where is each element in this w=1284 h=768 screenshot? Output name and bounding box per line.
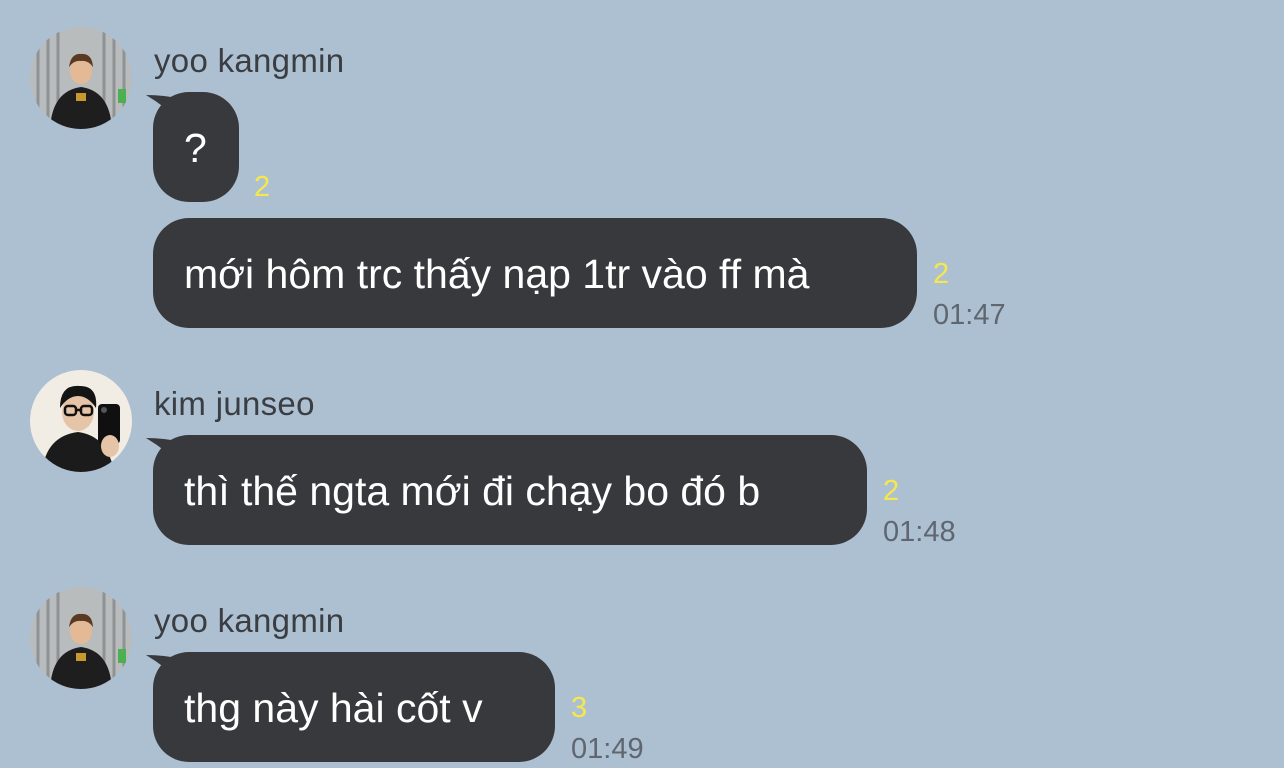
message-bubble[interactable]: mới hôm trc thấy nạp 1tr vào ff mà [153, 218, 917, 328]
unread-count: 3 [571, 692, 588, 724]
avatar[interactable] [30, 370, 132, 472]
unread-count: 2 [254, 171, 271, 203]
message-time: 01:47 [933, 299, 1006, 331]
profile-photo-icon [30, 370, 132, 472]
message-text: mới hôm trc thấy nạp 1tr vào ff mà [184, 251, 810, 297]
sender-name: yoo kangmin [154, 602, 345, 639]
sender-name: yoo kangmin [154, 42, 345, 79]
message-bubble[interactable]: thg này hài cốt v [153, 652, 555, 762]
profile-photo-icon [30, 27, 132, 129]
chat-window: yoo kangmin ? 2 mới hôm trc thấy nạp 1tr… [0, 0, 1284, 768]
message-text: thg này hài cốt v [184, 685, 483, 731]
unread-count: 2 [883, 475, 900, 507]
avatar[interactable] [30, 587, 132, 689]
sender-name: kim junseo [154, 385, 315, 422]
message-bubble[interactable]: ? [153, 92, 239, 202]
message-time: 01:48 [883, 516, 956, 548]
unread-count: 2 [933, 258, 950, 290]
message-text: thì thế ngta mới đi chạy bo đó b [184, 468, 761, 514]
avatar[interactable] [30, 27, 132, 129]
message-bubble[interactable]: thì thế ngta mới đi chạy bo đó b [153, 435, 867, 545]
message-text: ? [184, 125, 207, 171]
profile-photo-icon [30, 587, 132, 689]
message-time: 01:49 [571, 733, 644, 765]
